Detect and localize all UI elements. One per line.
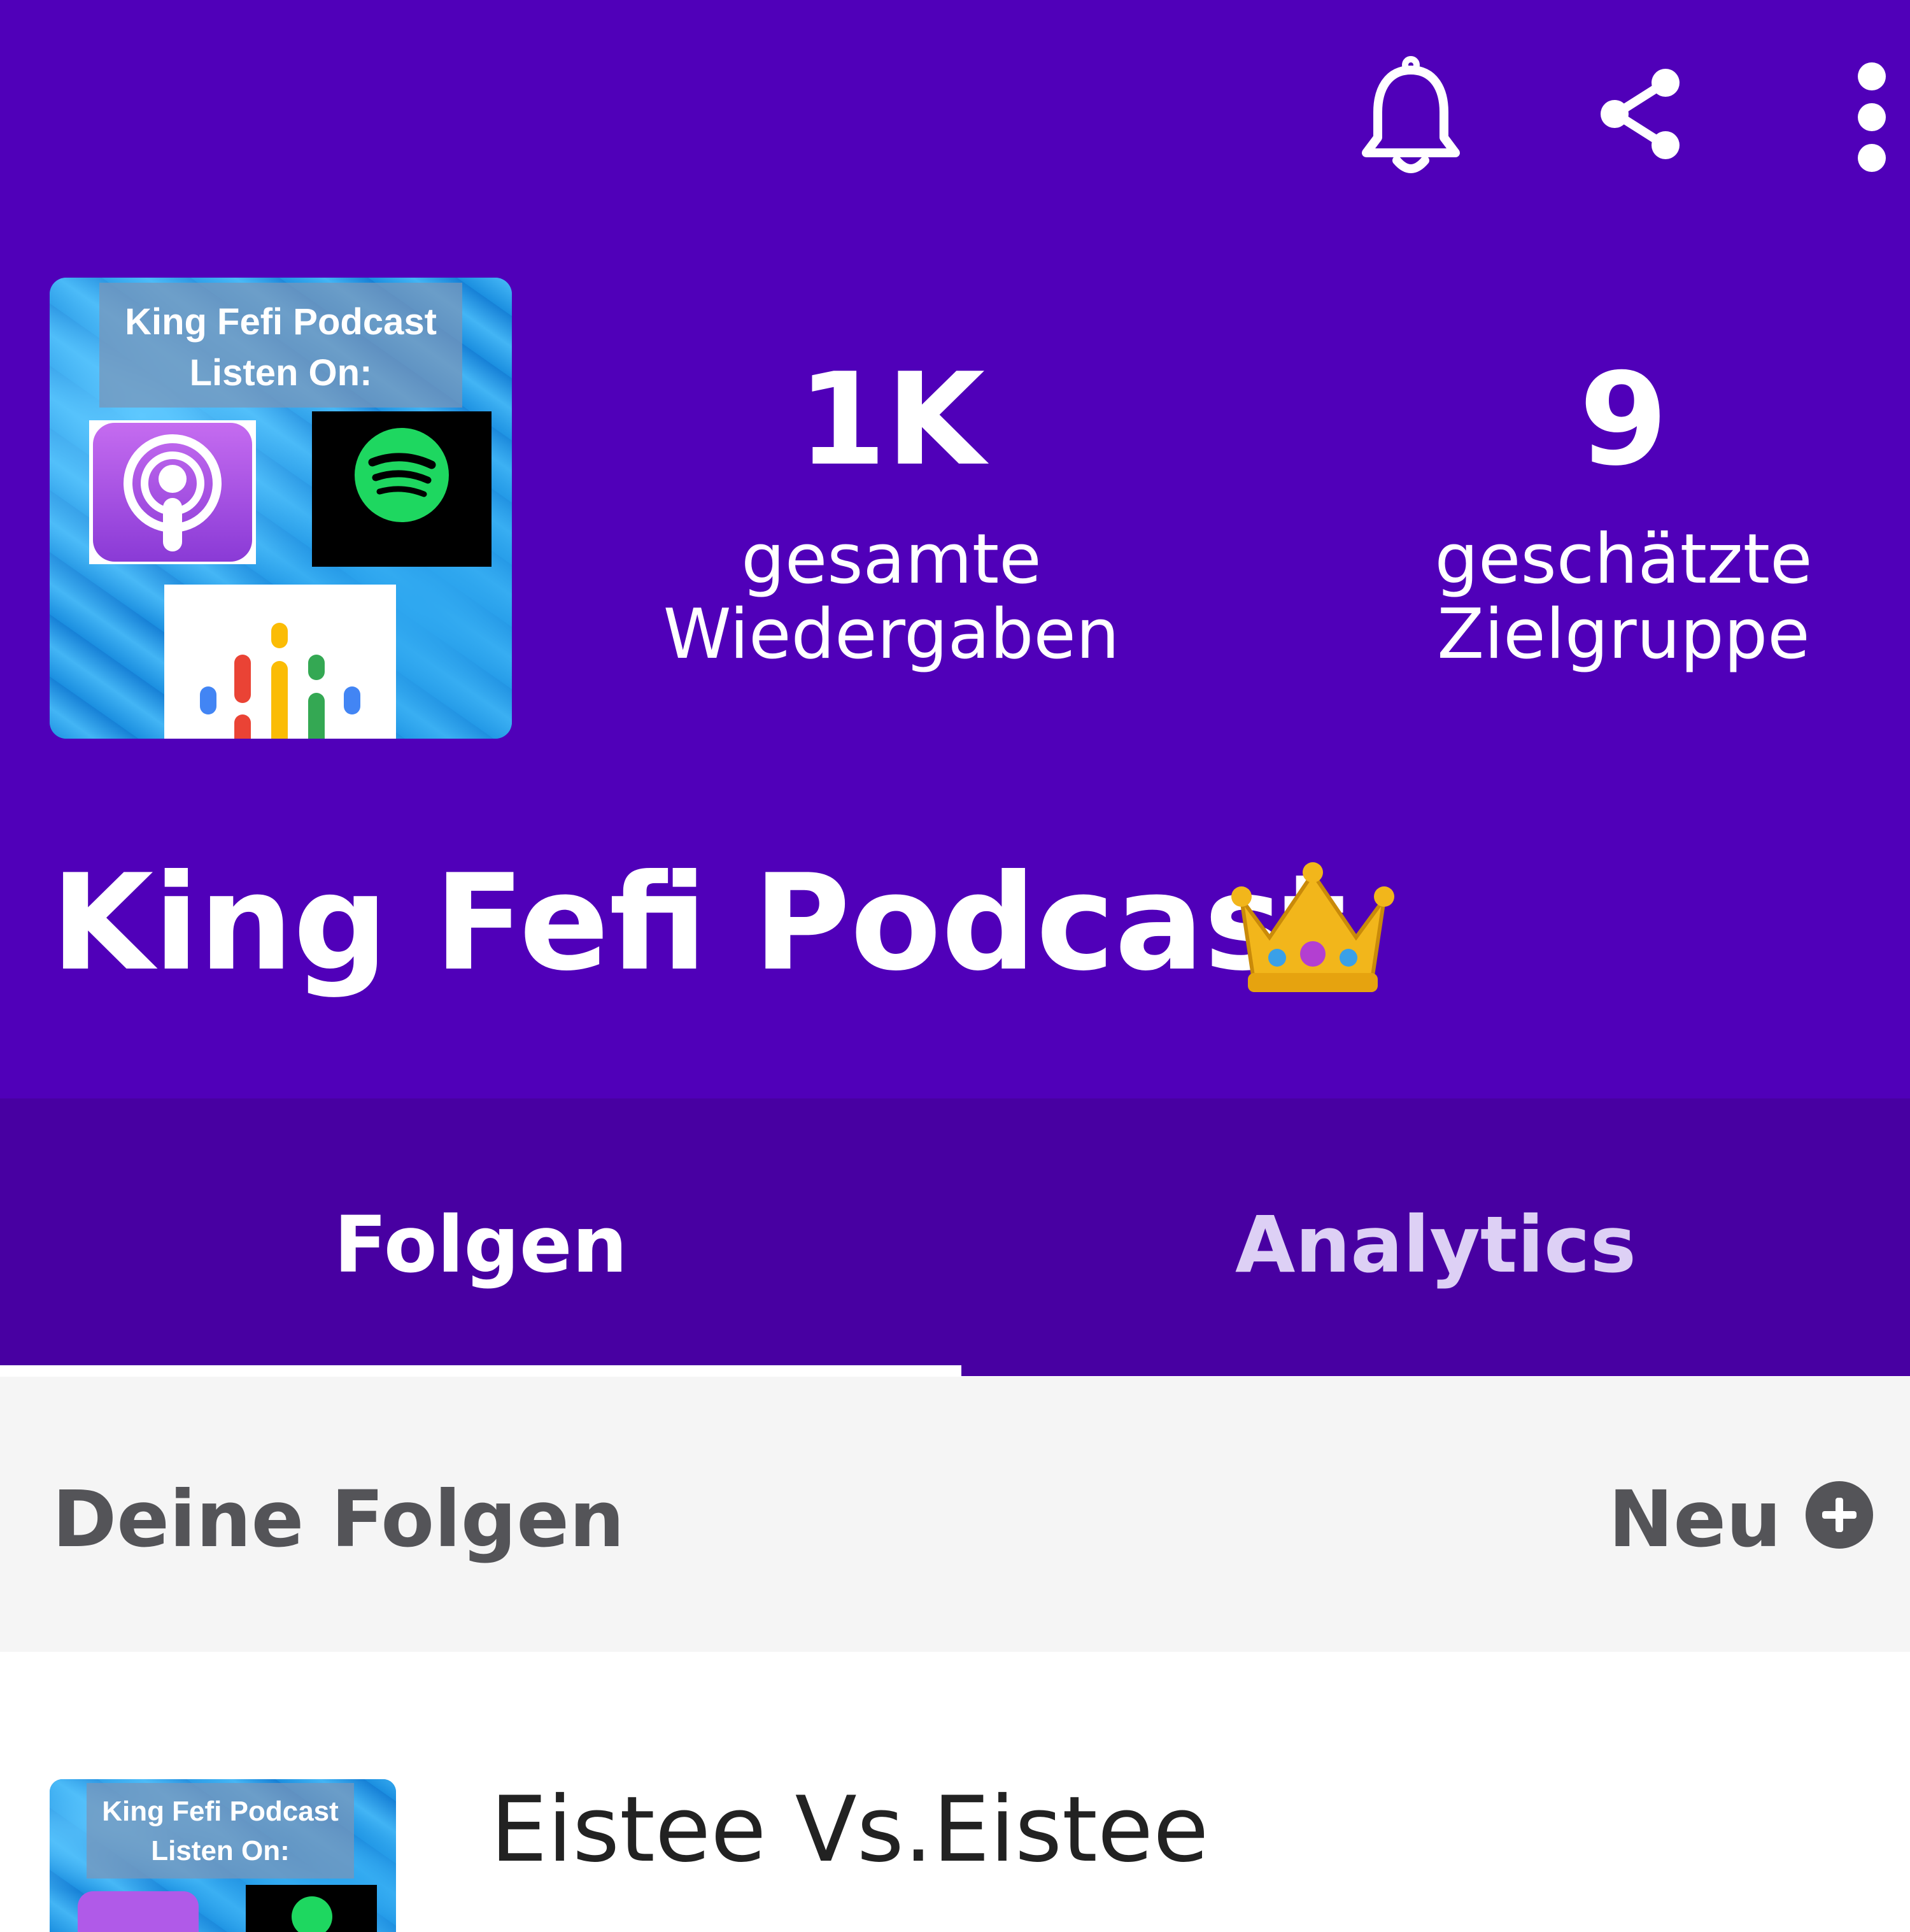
cover-caption-line2: Listen On: [189, 352, 372, 394]
bell-icon[interactable] [1360, 56, 1462, 177]
new-episode-button[interactable]: Neu [1608, 1377, 1781, 1662]
crown-icon [1229, 861, 1397, 1000]
cover-caption-line1: King Fefi Podcast [125, 301, 437, 343]
episode-title: Eistee Vs.Eistee [490, 1777, 1209, 1882]
section-title: Deine Folgen [52, 1474, 625, 1565]
podcast-cover-art[interactable]: King Fefi Podcast Listen On: [50, 278, 512, 739]
plus-circle-icon[interactable] [1806, 1481, 1873, 1551]
stat-audience-value: 9 [1579, 346, 1668, 494]
episode-thumbnail: King Fefi Podcast Listen On: [50, 1779, 396, 1932]
tab-folgen[interactable]: Folgen [0, 1098, 961, 1376]
podcast-header: King Fefi Podcast Listen On: 1K gesamte … [0, 0, 1910, 1098]
thumb-caption-line1: King Fefi Podcast [102, 1796, 339, 1827]
active-tab-indicator [0, 1365, 961, 1377]
tab-bar: Folgen Analytics [0, 1098, 1910, 1376]
stat-total-plays-label-line2: Wiedergaben [663, 595, 1120, 674]
stat-audience: 9 geschätzte Zielgruppe [1382, 357, 1865, 672]
thumb-caption: King Fefi Podcast Listen On: [87, 1783, 354, 1879]
apple-podcasts-icon [89, 420, 256, 564]
podcast-title: King Fefi Podcast [51, 846, 1347, 1000]
stat-total-plays-label-line1: gesamte [741, 520, 1042, 599]
thumb-caption-line2: Listen On: [151, 1835, 290, 1866]
stat-audience-label-line2: Zielgruppe [1437, 595, 1810, 674]
spotify-icon [246, 1885, 377, 1932]
google-podcasts-icon [164, 585, 396, 739]
top-action-bar [0, 0, 1910, 191]
stat-total-plays: 1K gesamte Wiedergaben [649, 357, 1133, 672]
episodes-section-header: Deine Folgen Neu [0, 1377, 1910, 1652]
cover-caption: King Fefi Podcast Listen On: [99, 283, 462, 408]
stat-total-plays-value: 1K [797, 346, 986, 494]
stat-audience-label-line1: geschätzte [1434, 520, 1813, 599]
more-vert-icon[interactable] [1853, 62, 1891, 172]
tab-analytics[interactable]: Analytics [961, 1098, 1910, 1376]
share-icon[interactable] [1597, 66, 1686, 162]
apple-podcasts-icon [78, 1891, 199, 1932]
spotify-icon [312, 411, 492, 567]
episode-list: King Fefi Podcast Listen On: Eistee Vs.E… [0, 1652, 1910, 1932]
